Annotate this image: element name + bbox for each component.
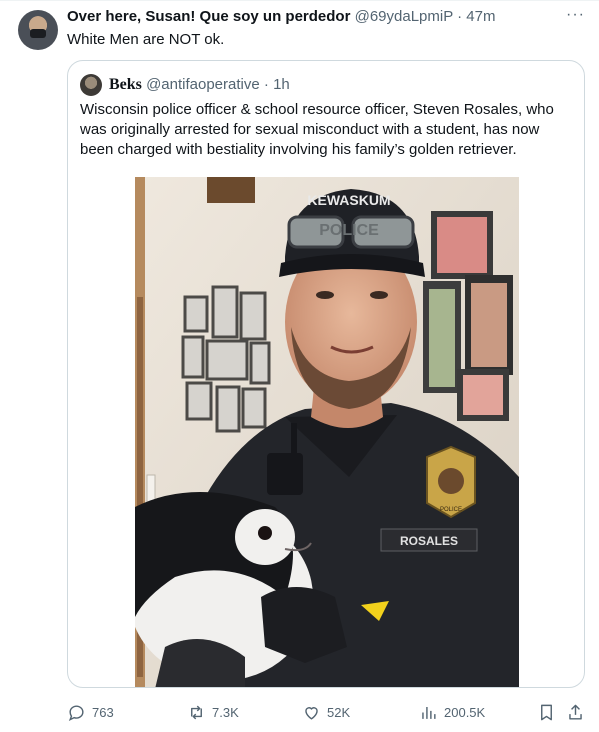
tweet-header: Over here, Susan! Que soy un perdedor @6… [67, 7, 495, 27]
officer-photo-illustration: KEWASKUM POLICE POLICE ROSALES [135, 177, 519, 687]
heart-icon [305, 706, 318, 720]
reply-count: 763 [92, 704, 114, 720]
author-avatar[interactable] [18, 10, 58, 50]
nameplate-text: ROSALES [400, 534, 458, 548]
quoted-tweet-text: Wisconsin police officer & school resour… [80, 101, 554, 158]
tweet[interactable]: Over here, Susan! Que soy un perdedor @6… [0, 0, 599, 732]
bookmark-icon [541, 704, 552, 720]
author-handle[interactable]: @69ydaLpmiP [355, 8, 453, 25]
repost-icon [191, 705, 202, 719]
more-icon[interactable]: ··· [566, 6, 585, 24]
tweet-actions: 763 7.3K 52K 200.5K [0, 697, 599, 727]
separator: · [457, 8, 463, 25]
cap-text: KEWASKUM [307, 192, 390, 208]
tweet-text: White Men are NOT ok. [67, 31, 225, 48]
like-button[interactable]: 52K [302, 697, 350, 727]
divider [0, 0, 599, 1]
views-icon [422, 706, 436, 719]
share-button[interactable] [566, 697, 591, 727]
views-button[interactable]: 200.5K [419, 697, 485, 727]
author-name[interactable]: Over here, Susan! Que soy un perdedor [67, 8, 350, 25]
quoted-author-name[interactable]: Beks [109, 76, 142, 93]
quoted-tweet-header: Beks @antifaoperative · 1h [109, 75, 290, 95]
badge-text: POLICE [440, 507, 462, 513]
bookmark-button[interactable] [537, 697, 562, 727]
repost-button[interactable]: 7.3K [187, 697, 239, 727]
views-count: 200.5K [444, 704, 486, 720]
share-icon [569, 704, 582, 720]
cap-sub-text: POLICE [319, 222, 379, 239]
quoted-author-avatar[interactable] [80, 74, 102, 96]
quoted-tweet[interactable]: Beks @antifaoperative · 1h Wisconsin pol… [67, 60, 585, 688]
like-count: 52K [327, 704, 351, 720]
tweet-photo[interactable]: KEWASKUM POLICE POLICE ROSALES [135, 177, 519, 687]
reply-icon [68, 704, 84, 721]
repost-count: 7.3K [212, 704, 239, 720]
separator: · [263, 76, 269, 93]
timestamp[interactable]: 47m [466, 8, 495, 25]
reply-button[interactable]: 763 [67, 697, 114, 727]
quoted-timestamp[interactable]: 1h [273, 76, 290, 93]
quoted-author-handle[interactable]: @antifaoperative [146, 76, 260, 93]
